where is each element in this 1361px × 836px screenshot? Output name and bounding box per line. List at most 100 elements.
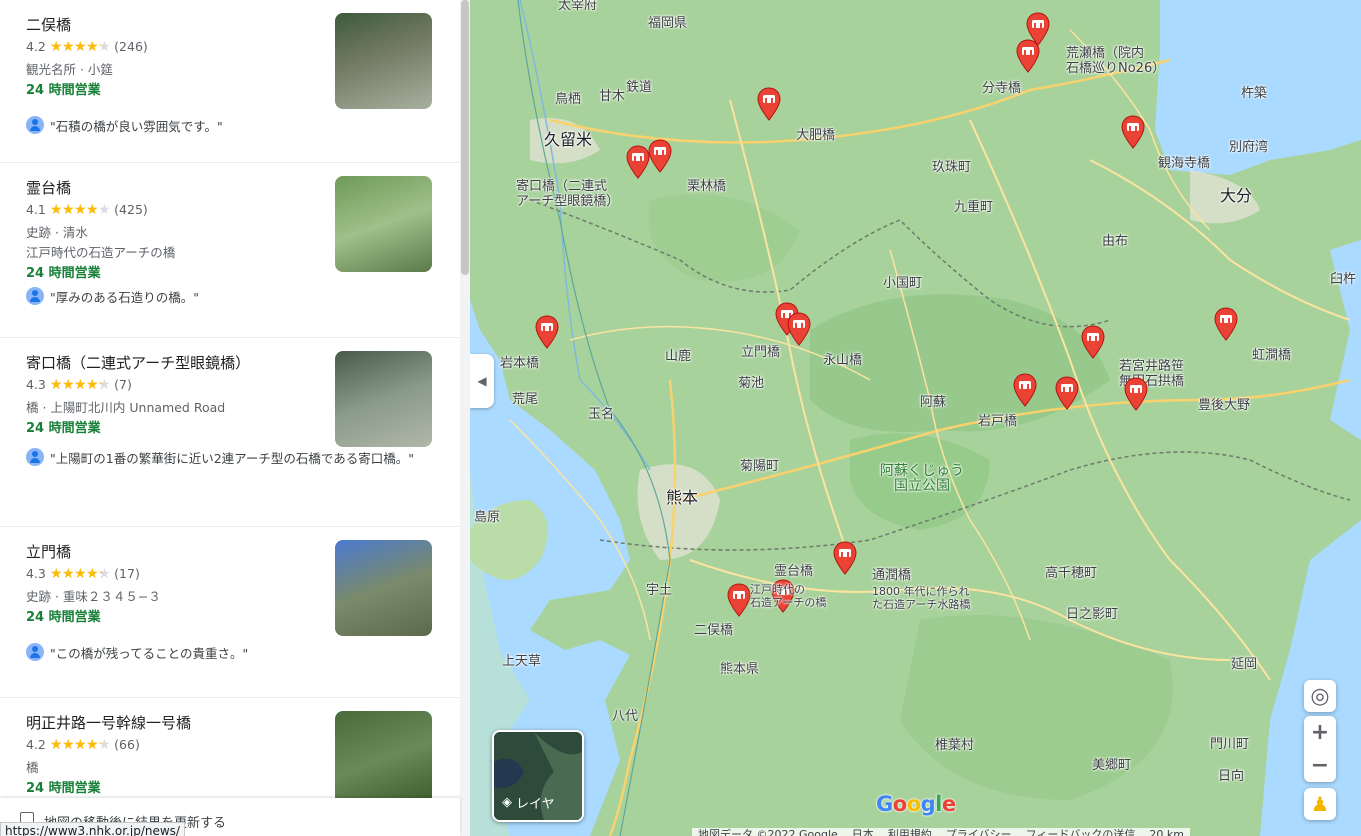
opening-hours: 24 時間営業 (26, 610, 101, 625)
scrollbar-thumb[interactable] (461, 0, 469, 275)
pin-label[interactable]: 永山橋 (823, 353, 862, 368)
my-location-button[interactable]: ◎ (1304, 680, 1336, 712)
map-place-label: 山鹿 (665, 349, 692, 364)
pin-label[interactable]: 岩本橋 (500, 356, 539, 371)
pin-label[interactable]: 大肥橋 (796, 128, 835, 143)
map-place-label: 菊池 (738, 376, 765, 391)
rating-stars-icon: ★★★★★★★★★★ (49, 201, 111, 218)
map-footer-item[interactable]: 20 km (1149, 828, 1184, 836)
pin-label[interactable]: 分寺橋 (982, 81, 1021, 96)
result-card[interactable]: 寄口橋（二連式アーチ型眼鏡橋） 4.3★★★★★★★★★★(7) 橋 · 上陽町北川… (0, 338, 460, 527)
review-count: (425) (114, 202, 148, 217)
result-photo[interactable] (335, 13, 432, 109)
pin-info-label: 1800 年代に作られ た石造アーチ水路橋 (872, 585, 971, 611)
map-place-label: 九重町 (954, 200, 994, 215)
result-card[interactable]: 立門橋 4.3★★★★★★★★★★(17) 史跡 · 重味２３４５−３ 24 時間営業… (0, 527, 460, 698)
map-place-label: 臼杵 (1330, 272, 1357, 287)
reviewer-avatar-icon (26, 287, 44, 305)
bridge-pin-icon[interactable] (535, 315, 559, 349)
pin-label[interactable]: 荒瀬橋（院内 石橋巡りNo26） (1066, 46, 1165, 76)
result-rating: 4.3★★★★★★★★★★(7) (26, 377, 132, 392)
result-photo[interactable] (335, 711, 432, 807)
rating-value: 4.2 (26, 737, 46, 752)
map-place-label: 太宰府 (558, 0, 598, 13)
rating-value: 4.3 (26, 566, 46, 581)
result-photo[interactable] (335, 351, 432, 447)
bridge-pin-icon[interactable] (787, 312, 811, 346)
result-card[interactable]: 二俣橋4.2★★★★★★★★★★(246)観光名所 · 小筵24 時間営業"石積… (0, 0, 460, 163)
bridge-pin-icon[interactable] (1016, 39, 1040, 73)
review-count: (66) (114, 737, 140, 752)
review-count: (17) (114, 566, 140, 581)
pin-label[interactable]: 岩戸橋 (978, 414, 1017, 429)
map-canvas[interactable]: 太宰府 福岡県 鳥栖 甘木 鉄道 久留米 玖珠町 九重町 杵築 大分 別府湾 由布 臼杵 小国町 山鹿 荒尾菊… (470, 0, 1361, 836)
result-category: 橋 (26, 760, 39, 775)
result-rating: 4.2★★★★★★★★★★(66) (26, 737, 140, 752)
result-category: 江戸時代の石造アーチの橋 (26, 245, 176, 260)
bridge-pin-icon[interactable] (833, 541, 857, 575)
zoom-controls: + − (1304, 716, 1336, 782)
map-footer-item[interactable]: プライバシー (946, 828, 1012, 836)
map-footer-item[interactable]: フィードバックの送信 (1026, 828, 1136, 836)
status-bar-url: https://www3.nhk.or.jp/news/ (0, 822, 185, 836)
rating-stars-icon: ★★★★★★★★★★ (49, 565, 111, 582)
opening-hours: 24 時間営業 (26, 83, 101, 98)
map-place-label: 熊本 (666, 488, 699, 507)
bridge-pin-icon[interactable] (648, 139, 672, 173)
map-place-label: 宇土 (646, 583, 673, 598)
result-title[interactable]: 寄口橋（二連式アーチ型眼鏡橋） (26, 352, 250, 373)
result-rating: 4.1★★★★★★★★★★(425) (26, 202, 148, 217)
map-footer-item[interactable]: 地図データ ©2022 Google (698, 828, 838, 836)
reviewer-avatar-icon (26, 448, 44, 466)
pin-label[interactable]: 虹澗橋 (1252, 348, 1291, 363)
bridge-pin-icon[interactable] (1013, 373, 1037, 407)
bridge-pin-icon[interactable] (626, 145, 650, 179)
pin-label[interactable]: 寄口橋（二連式 アーチ型眼鏡橋） (516, 179, 619, 209)
pin-label[interactable]: 通潤橋 (872, 568, 911, 583)
opening-hours: 24 時間営業 (26, 421, 101, 436)
map-place-label: 豊後大野 (1198, 398, 1251, 413)
map-place-label: 椎葉村 (935, 738, 975, 753)
map-place-label: 玖珠町 (932, 160, 972, 175)
bridge-pin-icon[interactable] (1121, 115, 1145, 149)
review-text: "厚みのある石造りの橋。" (50, 290, 199, 305)
zoom-out-button[interactable]: − (1304, 749, 1336, 782)
result-card[interactable]: 霊台橋 4.1★★★★★★★★★★(425) 史跡 · 清水江戸時代の石造アーチの橋… (0, 163, 460, 338)
crosshair-icon: ◎ (1310, 683, 1330, 709)
map-footer-item[interactable]: 利用規約 (888, 828, 932, 836)
result-photo[interactable] (335, 176, 432, 272)
map-place-label: 鉄道 (626, 80, 653, 95)
bridge-pin-icon[interactable] (1081, 325, 1105, 359)
pin-label[interactable]: 栗林橋 (687, 179, 726, 194)
map-place-label: 美郷町 (1092, 758, 1132, 773)
results-scrollbar[interactable] (460, 0, 470, 836)
result-rating: 4.3★★★★★★★★★★(17) (26, 566, 140, 581)
result-photo[interactable] (335, 540, 432, 636)
result-title[interactable]: 明正井路一号幹線一号橋 (26, 712, 191, 733)
review-text: "上陽町の1番の繁華街に近い2連アーチ型の石橋である寄口橋。" (50, 451, 415, 466)
bridge-pin-icon[interactable] (1055, 376, 1079, 410)
pin-label[interactable]: 観海寺橋 (1158, 156, 1210, 171)
pegman-button[interactable]: ♟ (1304, 788, 1336, 820)
bridge-pin-icon[interactable] (1124, 377, 1148, 411)
map-place-label: 延岡 (1231, 657, 1258, 672)
result-title[interactable]: 立門橋 (26, 541, 71, 562)
map-place-label: 小国町 (883, 276, 923, 291)
map-place-label: 上天草 (502, 654, 542, 669)
map-place-label: 阿蘇 (920, 395, 947, 410)
pin-label[interactable]: 立門橋 (741, 345, 780, 360)
bridge-pin-icon[interactable] (757, 87, 781, 121)
pin-info-label: 霊台橋 (774, 564, 814, 579)
layers-button[interactable]: ◈ レイヤ (492, 730, 584, 822)
result-title[interactable]: 霊台橋 (26, 177, 71, 198)
map-place-label: 福岡県 (648, 16, 688, 31)
bridge-pin-icon[interactable] (727, 583, 751, 617)
map-footer-item[interactable]: 日本 (852, 828, 874, 836)
pegman-icon: ♟ (1311, 792, 1329, 816)
zoom-in-button[interactable]: + (1304, 716, 1336, 749)
result-title[interactable]: 二俣橋 (26, 14, 71, 35)
collapse-panel-button[interactable]: ◀ (470, 354, 494, 408)
rating-stars-icon: ★★★★★★★★★★ (49, 736, 111, 753)
pin-label[interactable]: 二俣橋 (694, 623, 733, 638)
bridge-pin-icon[interactable] (1214, 307, 1238, 341)
